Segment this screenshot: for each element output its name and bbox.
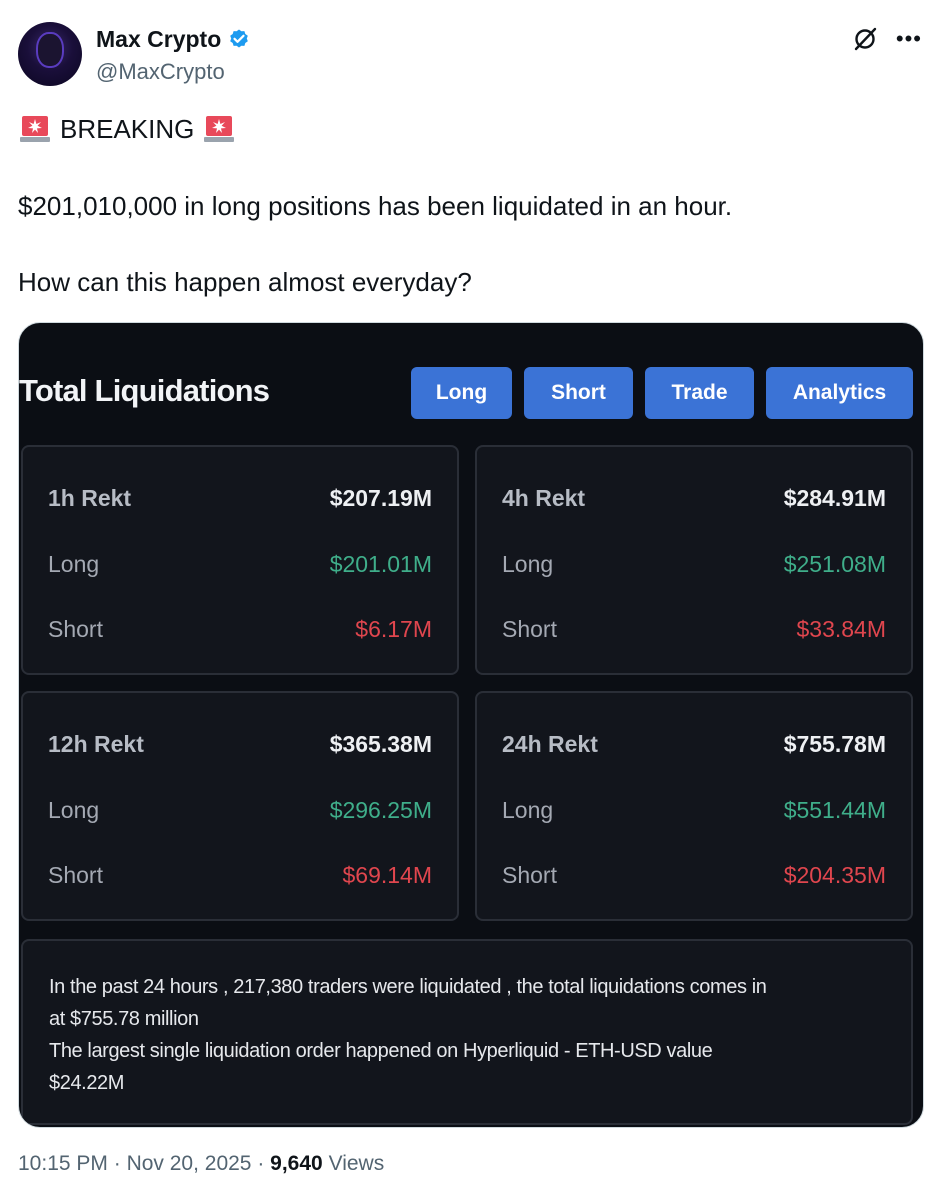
tweet-text-question: How can this happen almost everyday?	[18, 267, 472, 297]
siren-emoji-icon	[20, 116, 50, 142]
summary-line: at $755.78 million	[49, 1008, 199, 1030]
rekt-box-12h: 12h Rekt $365.38M Long $296.25M Short $69.1…	[21, 691, 459, 921]
long-label: Long	[48, 551, 100, 577]
author-display-name[interactable]: Max Crypto	[96, 26, 221, 53]
card-button-row: Long Short Trade Analytics	[411, 367, 913, 419]
period-label: 24h Rekt	[502, 731, 598, 757]
long-button: Long	[411, 367, 512, 419]
post-date[interactable]: Nov 20, 2025	[127, 1152, 252, 1175]
meta-separator: ·	[107, 1152, 127, 1175]
summary-line: $24.22M	[49, 1072, 125, 1094]
long-value: $251.08M	[783, 551, 886, 577]
trade-button: Trade	[645, 367, 754, 419]
total-value: $365.38M	[329, 731, 432, 757]
author-handle[interactable]: @MaxCrypto	[96, 59, 251, 85]
verified-badge-icon	[230, 29, 249, 47]
tweet-body: BREAKING $201,010,000 in long positions …	[18, 112, 930, 297]
short-value: $6.17M	[355, 616, 432, 642]
long-value: $296.25M	[329, 797, 432, 823]
avatar[interactable]	[18, 22, 82, 86]
long-value: $201.01M	[329, 551, 432, 577]
siren-emoji-icon	[204, 116, 235, 142]
short-button: Short	[524, 367, 633, 419]
liquidations-image-card[interactable]: Total Liquidations Long Short Trade Anal…	[18, 322, 924, 1128]
period-label: 12h Rekt	[48, 731, 144, 757]
long-label: Long	[48, 797, 100, 823]
rekt-box-1h: 1h Rekt $207.19M Long $201.01M Short $6.17M	[21, 445, 459, 675]
long-label: Long	[502, 797, 554, 823]
tweet-text-main: $201,010,000 in long positions has been …	[18, 191, 733, 221]
views-count: 9,640	[270, 1152, 323, 1175]
short-value: $69.14M	[342, 862, 432, 888]
author-block: Max Crypto @MaxCrypto	[96, 26, 251, 85]
tweet-meta: 10:15 PM · Nov 20, 2025 · 9,640 Views	[18, 1152, 384, 1176]
short-value: $33.84M	[796, 616, 886, 642]
short-label: Short	[502, 862, 557, 888]
long-value: $551.44M	[783, 797, 886, 823]
short-label: Short	[48, 616, 103, 642]
breaking-label: BREAKING	[60, 113, 195, 144]
card-title: Total Liquidations	[19, 373, 270, 408]
short-label: Short	[502, 616, 557, 642]
rekt-box-4h: 4h Rekt $284.91M Long $251.08M Short $33.84…	[475, 445, 913, 675]
total-value: $755.78M	[783, 731, 886, 757]
liquidation-summary: In the past 24 hours , 217,380 traders w…	[21, 939, 913, 1125]
total-value: $284.91M	[783, 485, 886, 511]
short-label: Short	[48, 862, 103, 888]
summary-line: In the past 24 hours , 217,380 traders w…	[49, 976, 767, 998]
tweet-header: Max Crypto @MaxCrypto •••	[18, 22, 930, 92]
period-label: 1h Rekt	[48, 485, 132, 511]
period-label: 4h Rekt	[502, 485, 586, 511]
views-label: Views	[322, 1152, 385, 1175]
short-value: $204.35M	[783, 862, 886, 888]
total-value: $207.19M	[329, 485, 432, 511]
long-label: Long	[502, 551, 554, 577]
breaking-line: BREAKING	[18, 112, 930, 146]
analytics-button: Analytics	[766, 367, 913, 419]
meta-separator: ·	[251, 1152, 271, 1175]
rekt-box-24h: 24h Rekt $755.78M Long $551.44M Short $204.…	[475, 691, 913, 921]
more-options-icon[interactable]: •••	[896, 28, 922, 50]
post-time[interactable]: 10:15 PM	[18, 1152, 108, 1175]
grok-icon[interactable]	[852, 26, 878, 52]
summary-line: The largest single liquidation order hap…	[49, 1040, 713, 1062]
